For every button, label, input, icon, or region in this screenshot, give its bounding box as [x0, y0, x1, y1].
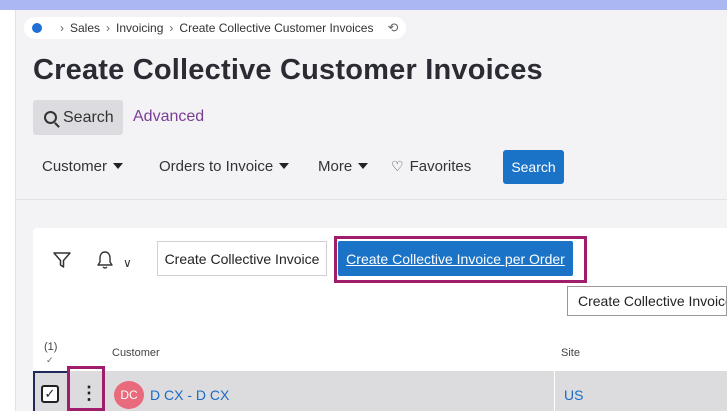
column-header-customer[interactable]: Customer — [112, 347, 160, 359]
search-tab[interactable]: Search — [33, 100, 123, 135]
divider — [16, 199, 727, 200]
breadcrumb-item-sales[interactable]: Sales — [70, 21, 100, 35]
home-dot-icon[interactable] — [32, 23, 42, 33]
caret-down-icon — [358, 163, 369, 169]
refresh-icon[interactable]: ⟲ — [387, 20, 398, 36]
select-all-check-icon[interactable]: ✓ — [46, 355, 54, 366]
chevron-down-icon[interactable]: ∨ — [123, 256, 132, 270]
selected-count: (1) — [44, 341, 58, 353]
chevron-right-icon: › — [106, 21, 111, 35]
column-header-site[interactable]: Site — [561, 347, 580, 359]
avatar: DC — [114, 381, 144, 409]
customer-link[interactable]: D CX - D CX — [150, 387, 229, 403]
column-separator — [554, 371, 555, 411]
create-collective-invoice-per-order-button[interactable]: Create Collective Invoice per Order — [338, 241, 573, 276]
site-link[interactable]: US — [564, 387, 583, 403]
breadcrumb-item-invoicing[interactable]: Invoicing — [116, 21, 163, 35]
left-navigation-rail — [0, 10, 16, 411]
check-icon: ✓ — [44, 386, 56, 401]
search-tab-label: Search — [63, 108, 114, 126]
filter-more-label: More — [318, 158, 353, 175]
filter-customer[interactable]: Customer — [42, 158, 124, 175]
caret-down-icon — [279, 163, 290, 169]
tooltip: Create Collective Invoice — [567, 286, 727, 316]
filter-orders-label: Orders to Invoice — [159, 158, 274, 175]
filter-more[interactable]: More — [318, 158, 369, 175]
row-checkbox[interactable]: ✓ — [41, 385, 59, 403]
advanced-tab[interactable]: Advanced — [133, 108, 204, 126]
filter-customer-label: Customer — [42, 158, 108, 175]
chevron-right-icon: › — [60, 21, 64, 35]
favorites-label: Favorites — [409, 158, 472, 175]
favorites-button[interactable]: ♡ Favorites — [391, 158, 471, 175]
chevron-right-icon: › — [169, 21, 174, 35]
create-collective-invoice-button[interactable]: Create Collective Invoice — [157, 241, 327, 276]
heart-icon: ♡ — [391, 158, 404, 174]
search-button[interactable]: Search — [503, 150, 564, 184]
breadcrumb: › Sales › Invoicing › Create Collective … — [24, 17, 406, 39]
top-accent-bar — [0, 0, 727, 10]
page-title: Create Collective Customer Invoices — [33, 54, 543, 86]
bell-icon[interactable] — [96, 250, 114, 270]
search-icon — [44, 111, 57, 124]
filter-funnel-icon[interactable] — [52, 250, 72, 270]
caret-down-icon — [113, 163, 124, 169]
filter-orders-to-invoice[interactable]: Orders to Invoice — [159, 158, 290, 175]
breadcrumb-item-current: Create Collective Customer Invoices — [179, 21, 374, 35]
row-menu-kebab-icon[interactable]: ⋮ — [80, 384, 98, 402]
